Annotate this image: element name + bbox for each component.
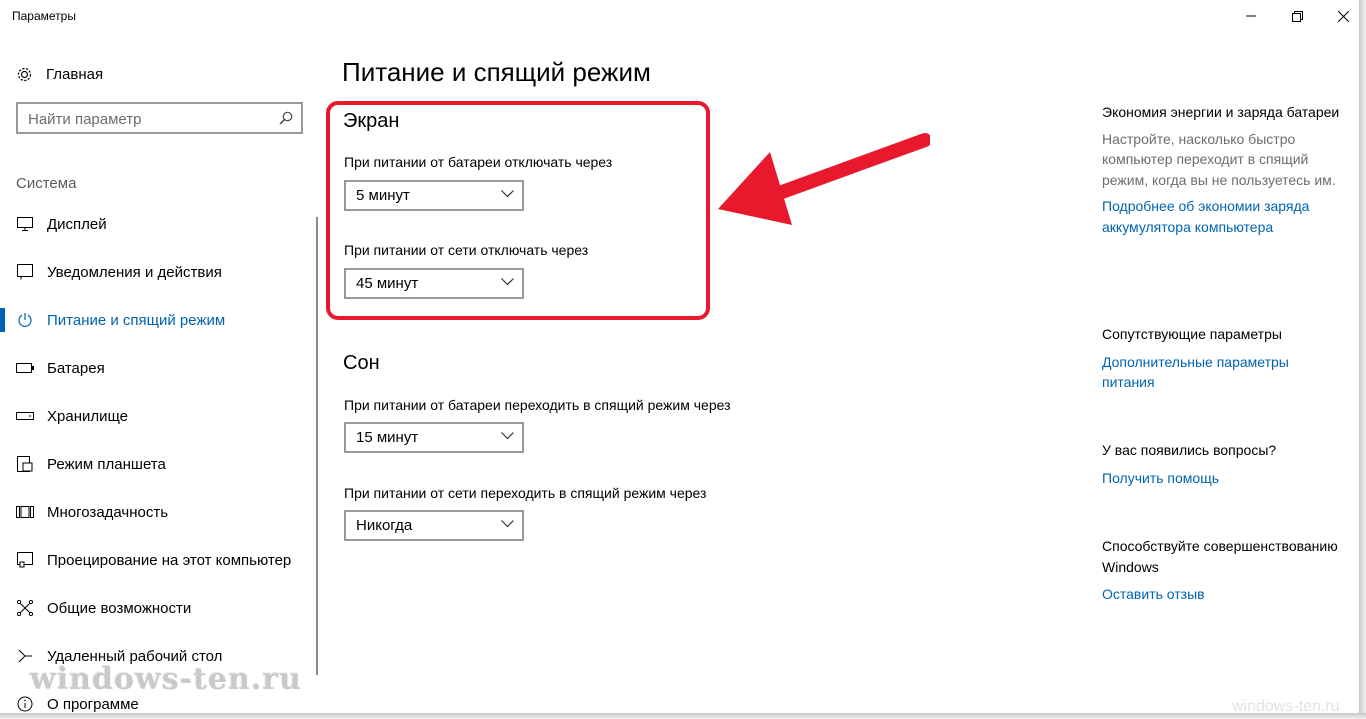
additional-power-settings-link[interactable]: Дополнительные параметры питания: [1102, 352, 1342, 393]
notifications-icon: [16, 263, 34, 281]
related-settings-heading: Сопутствующие параметры: [1102, 326, 1282, 342]
page-title: Питание и спящий режим: [342, 57, 651, 87]
battery-saver-text: Настройте, насколько быстро компьютер пе…: [1102, 130, 1336, 188]
storage-icon: [16, 407, 34, 425]
search-placeholder: Найти параметр: [28, 111, 142, 128]
sleep-plugged-label: При питании от сети переходить в спящий …: [344, 485, 707, 501]
minimize-button[interactable]: [1228, 0, 1274, 32]
window-shadow-right: [1359, 0, 1366, 719]
sidebar-item-label: Питание и спящий режим: [47, 311, 226, 329]
sleep-heading: Сон: [343, 352, 380, 374]
battery-icon: [16, 359, 34, 377]
window-title: Параметры: [12, 9, 76, 23]
window-shadow-bottom: [0, 713, 1366, 719]
sidebar-item-label: О программе: [47, 695, 139, 713]
sidebar-item-label: Дисплей: [47, 215, 107, 233]
home-label: Главная: [46, 65, 104, 83]
chevron-down-icon: [501, 520, 514, 528]
restore-icon: [1291, 10, 1303, 22]
battery-saver-panel: Экономия энергии и заряда батареи Настро…: [1102, 102, 1342, 237]
sidebar-item-storage[interactable]: Хранилище: [0, 394, 318, 438]
home-nav-item[interactable]: Главная: [16, 64, 103, 84]
sidebar-item-label: Многозадачность: [47, 503, 169, 521]
sidebar: Главная Найти параметр Система Дисплей У…: [0, 32, 320, 713]
battery-saver-link[interactable]: Подробнее об экономии заряда аккумулятор…: [1102, 196, 1342, 237]
section-label-system: Система: [16, 175, 77, 192]
display-icon: [16, 215, 34, 233]
restore-button[interactable]: [1274, 0, 1320, 32]
sidebar-item-label: Проецирование на этот компьютер: [47, 551, 292, 569]
sleep-battery-dropdown[interactable]: 15 минут: [344, 422, 524, 453]
search-input[interactable]: Найти параметр: [16, 102, 303, 134]
search-icon: [279, 111, 293, 125]
sidebar-item-label: Хранилище: [47, 407, 128, 425]
sleep-battery-label: При питании от батареи переходить в спящ…: [344, 397, 731, 413]
sidebar-item-projecting[interactable]: Проецирование на этот компьютер: [0, 538, 318, 582]
sidebar-item-notifications[interactable]: Уведомления и действия: [0, 250, 318, 294]
sidebar-item-tablet-mode[interactable]: Режим планшета: [0, 442, 318, 486]
title-bar: Параметры: [0, 0, 1359, 32]
sidebar-item-label: Уведомления и действия: [47, 263, 222, 281]
questions-heading: У вас появились вопросы?: [1102, 442, 1277, 458]
dropdown-value: Никогда: [356, 517, 413, 534]
highlight-frame: [326, 101, 710, 320]
sidebar-item-label: Батарея: [47, 359, 105, 377]
sidebar-item-shared-experiences[interactable]: Общие возможности: [0, 586, 318, 630]
projecting-icon: [16, 551, 34, 569]
feedback-heading: Способствуйте совершенствованию Windows: [1102, 538, 1338, 575]
tablet-icon: [16, 455, 34, 473]
minimize-icon: [1246, 15, 1256, 17]
battery-saver-heading: Экономия энергии и заряда батареи: [1102, 104, 1340, 120]
dropdown-value: 15 минут: [356, 429, 419, 446]
watermark-text: windows-ten.ru: [30, 662, 303, 697]
sidebar-scrollbar[interactable]: [316, 217, 318, 675]
sidebar-item-multitasking[interactable]: Многозадачность: [0, 490, 318, 534]
feedback-panel: Способствуйте совершенствованию Windows …: [1102, 536, 1342, 605]
red-arrow-annotation: [718, 133, 930, 225]
shared-experiences-icon: [16, 599, 34, 617]
sidebar-item-power-sleep[interactable]: Питание и спящий режим: [0, 298, 318, 342]
power-icon: [16, 311, 34, 329]
give-feedback-link[interactable]: Оставить отзыв: [1102, 584, 1342, 605]
get-help-link[interactable]: Получить помощь: [1102, 468, 1342, 489]
related-settings-panel: Сопутствующие параметры Дополнительные п…: [1102, 324, 1342, 393]
multitasking-icon: [16, 503, 34, 521]
settings-window: Параметры Главная Найти параметр Система…: [0, 0, 1366, 719]
active-indicator: [0, 308, 5, 332]
sidebar-item-battery[interactable]: Батарея: [0, 346, 318, 390]
sidebar-item-label: Общие возможности: [47, 599, 192, 617]
about-icon: [16, 695, 34, 713]
sleep-plugged-dropdown[interactable]: Никогда: [344, 510, 524, 541]
sidebar-item-label: Режим планшета: [47, 455, 166, 473]
gear-icon: [17, 67, 32, 81]
questions-panel: У вас появились вопросы? Получить помощь: [1102, 440, 1342, 488]
sidebar-item-display[interactable]: Дисплей: [0, 202, 318, 246]
close-icon: [1337, 10, 1349, 22]
chevron-down-icon: [501, 432, 514, 440]
